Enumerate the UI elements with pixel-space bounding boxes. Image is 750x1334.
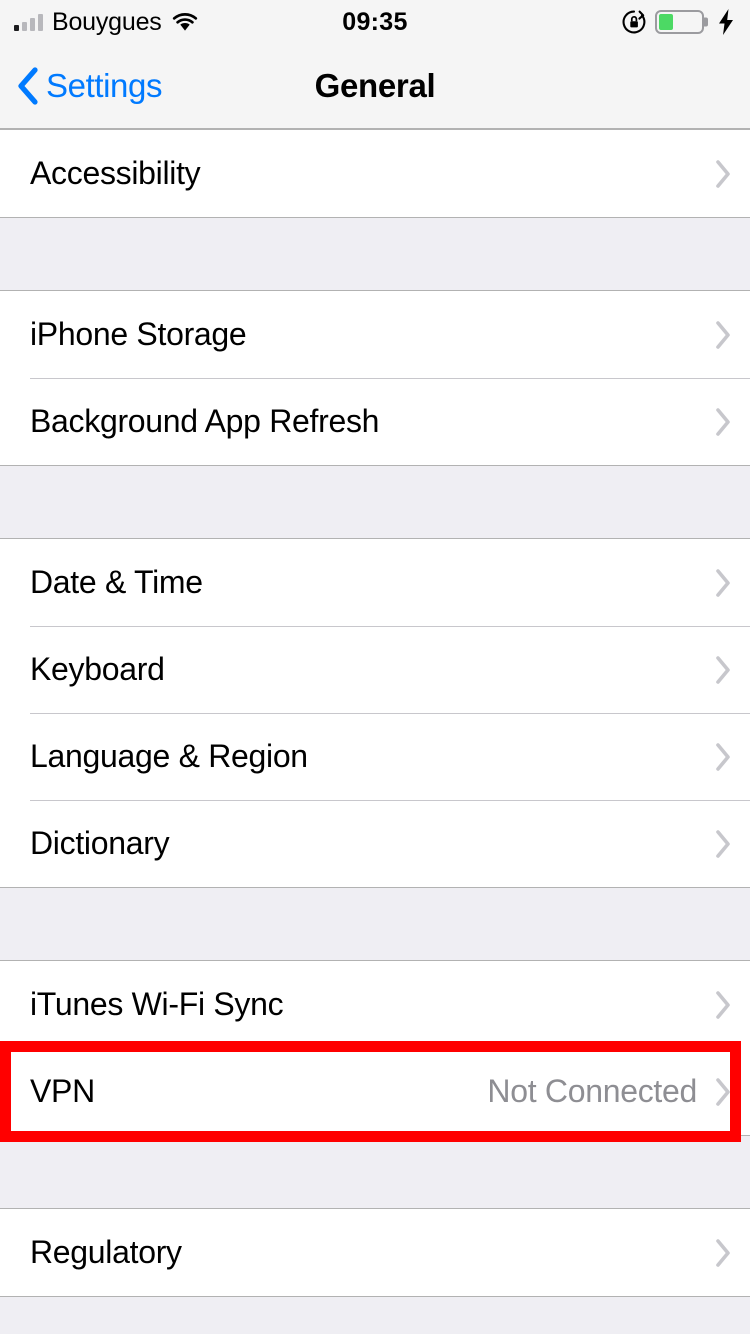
settings-row-accessibility[interactable]: Accessibility: [0, 130, 750, 217]
row-label: Regulatory: [30, 1234, 182, 1270]
settings-row-dictionary[interactable]: Dictionary: [0, 800, 750, 887]
chevron-right-icon: [715, 742, 732, 772]
settings-row-itunes-wi-fi-sync[interactable]: iTunes Wi-Fi Sync: [0, 961, 750, 1048]
row-label: Keyboard: [30, 651, 165, 687]
settings-group: iPhone Storage Background App Refresh: [0, 290, 750, 466]
settings-row-vpn[interactable]: VPN Not Connected: [0, 1048, 750, 1135]
row-value: Not Connected: [487, 1073, 697, 1109]
row-label: iPhone Storage: [30, 316, 247, 352]
cellular-signal-icon: [14, 13, 43, 31]
row-label: iTunes Wi-Fi Sync: [30, 986, 284, 1022]
chevron-right-icon: [715, 655, 732, 685]
settings-row-regulatory[interactable]: Regulatory: [0, 1209, 750, 1296]
row-label: VPN: [30, 1073, 95, 1109]
settings-group: Accessibility: [0, 129, 750, 218]
highlighted-row-wrapper: VPN Not Connected: [0, 1041, 750, 1142]
status-bar-right: [621, 8, 736, 36]
row-label: Background App Refresh: [30, 403, 380, 439]
row-label: Accessibility: [30, 155, 201, 191]
status-bar: Bouygues 09:35: [0, 0, 750, 44]
section-gap: [0, 466, 750, 538]
chevron-right-icon: [715, 1238, 732, 1268]
back-button-label: Settings: [46, 67, 163, 104]
chevron-left-icon: [16, 66, 40, 106]
chevron-right-icon: [715, 407, 732, 437]
row-label: Language & Region: [30, 738, 308, 774]
section-gap: [0, 888, 750, 960]
section-gap: [0, 1136, 750, 1208]
settings-list[interactable]: Accessibility iPhone Storage Background Ap…: [0, 129, 750, 1334]
battery-icon: [655, 10, 704, 34]
chevron-right-icon: [715, 990, 732, 1020]
chevron-right-icon: [715, 320, 732, 350]
chevron-right-icon: [715, 159, 732, 189]
status-bar-left: Bouygues: [14, 8, 199, 37]
row-label: Date & Time: [30, 564, 203, 600]
settings-row-keyboard[interactable]: Keyboard: [0, 626, 750, 713]
settings-row-language-region[interactable]: Language & Region: [0, 713, 750, 800]
settings-group: iTunes Wi-Fi Sync VPN Not Connected: [0, 960, 750, 1142]
settings-row-date-time[interactable]: Date & Time: [0, 539, 750, 626]
section-gap: [0, 218, 750, 290]
settings-group: Regulatory: [0, 1208, 750, 1297]
row-label: Dictionary: [30, 825, 170, 861]
chevron-right-icon: [715, 1077, 732, 1107]
navigation-bar: Settings General: [0, 44, 750, 129]
chevron-right-icon: [715, 568, 732, 598]
settings-row-iphone-storage[interactable]: iPhone Storage: [0, 291, 750, 378]
chevron-right-icon: [715, 829, 732, 859]
rotation-lock-icon: [621, 9, 647, 35]
carrier-label: Bouygues: [52, 7, 162, 36]
battery-fill: [659, 14, 673, 30]
settings-group: Date & Time Keyboard Language & Region Dict…: [0, 538, 750, 888]
settings-row-background-app-refresh[interactable]: Background App Refresh: [0, 378, 750, 465]
back-button[interactable]: Settings: [0, 66, 162, 106]
section-gap: [0, 1297, 750, 1334]
wifi-icon: [171, 12, 199, 32]
charging-bolt-icon: [716, 8, 736, 36]
iphone-screen: Bouygues 09:35 Settings General Accessib…: [0, 0, 750, 1334]
